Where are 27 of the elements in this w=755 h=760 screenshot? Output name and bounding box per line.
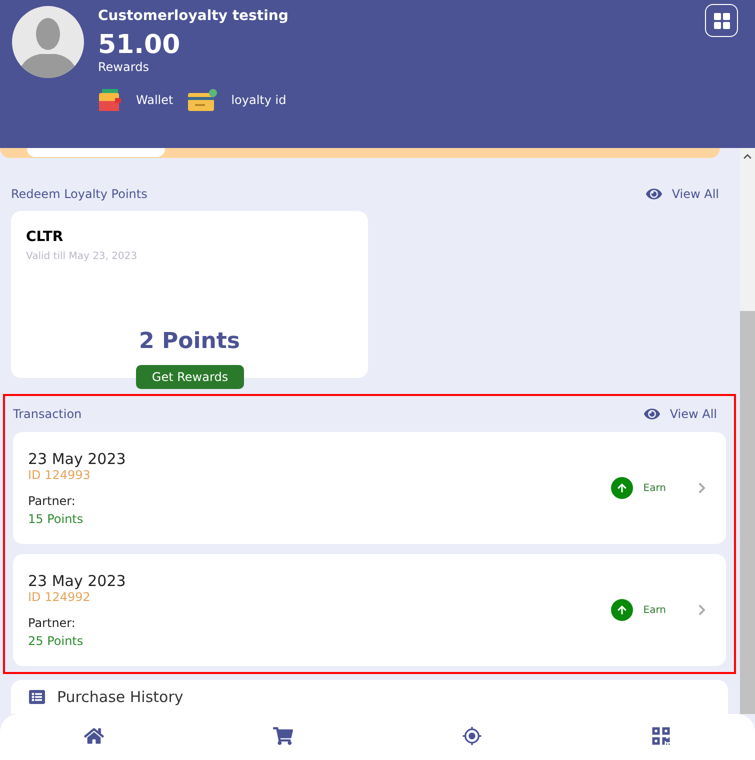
transaction-points: 25 Points <box>28 634 84 648</box>
rewards-label: Rewards <box>98 60 150 74</box>
transaction-points: 15 Points <box>28 512 84 526</box>
purchase-history-title: Purchase History <box>57 688 184 706</box>
view-all-link[interactable]: View All <box>644 406 717 422</box>
offer-code: CLTR <box>26 229 64 245</box>
partner-label: Partner: <box>28 616 76 630</box>
view-all-link[interactable]: View All <box>646 186 719 202</box>
get-rewards-button[interactable]: Get Rewards <box>136 365 244 389</box>
transaction-card[interactable]: 23 May 2023 ID 124992 Partner: 25 Points Earn <box>13 554 726 666</box>
transaction-type: Earn <box>643 482 666 494</box>
offer-points: 2 Points <box>138 329 240 354</box>
transaction-id: ID 124993 <box>28 468 92 482</box>
transaction-card[interactable]: 23 May 2023 ID 124993 Partner: 15 Points Earn <box>13 432 726 544</box>
wallet-link[interactable]: Wallet <box>136 93 174 107</box>
purchase-history-card[interactable]: Purchase History <box>11 680 728 714</box>
partner-label: Partner: <box>28 494 76 508</box>
section-title: Transaction <box>13 407 82 421</box>
section-title: Redeem Loyalty Points <box>11 187 148 201</box>
loyalty-id-link[interactable]: loyalty id <box>231 93 286 107</box>
transaction-date: 23 May 2023 <box>28 572 127 590</box>
valid-date: Valid till May 23, 2023 <box>26 251 138 262</box>
transaction-type: Earn <box>643 604 666 616</box>
rewards-balance: 51.00 <box>98 30 182 60</box>
transaction-date: 23 May 2023 <box>28 450 127 468</box>
customer-name: Customerloyalty testing <box>98 8 288 24</box>
transaction-id: ID 124992 <box>28 590 92 604</box>
